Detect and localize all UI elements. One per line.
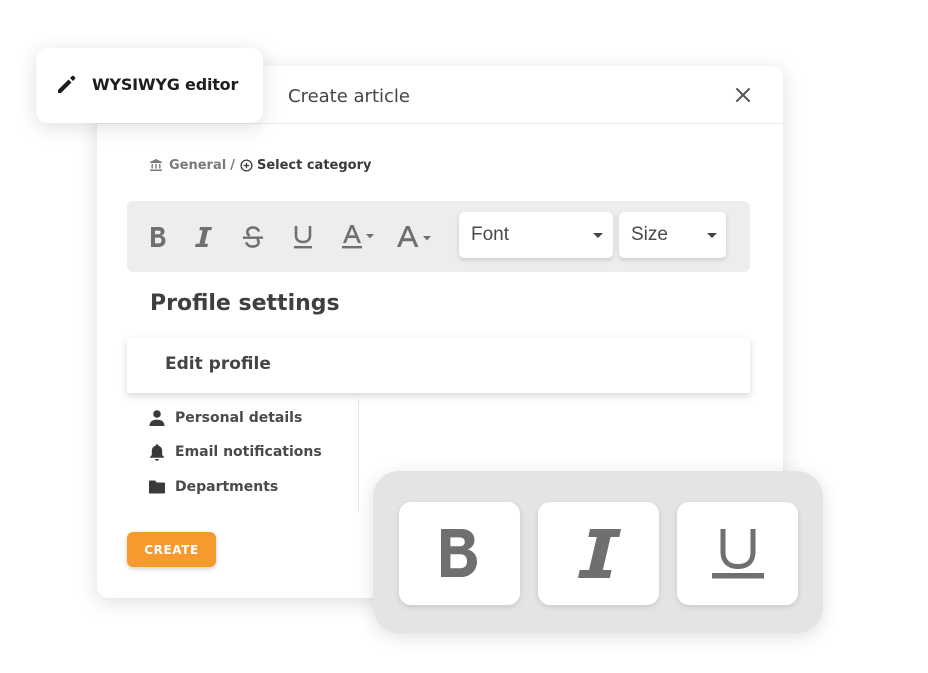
- breadcrumb-general[interactable]: General: [169, 158, 226, 173]
- menu-item-label: Personal details: [175, 410, 303, 426]
- large-bold-button[interactable]: [399, 502, 520, 605]
- person-icon: [149, 410, 165, 426]
- formatting-panel: [373, 471, 823, 633]
- strikethrough-icon: [243, 226, 263, 248]
- menu-item-personal-details[interactable]: Personal details: [148, 408, 302, 428]
- pencil-icon: [58, 75, 76, 93]
- menu-item-email-notifications[interactable]: Email notifications: [148, 442, 322, 462]
- large-italic-button[interactable]: [538, 502, 659, 605]
- dialog-title: Create article: [288, 86, 410, 107]
- italic-icon: [195, 227, 212, 247]
- underline-icon: [711, 528, 764, 578]
- edit-profile-label: Edit profile: [165, 354, 271, 374]
- bold-icon: [440, 528, 477, 577]
- italic-button[interactable]: [191, 223, 215, 251]
- close-button[interactable]: [731, 83, 755, 107]
- editor-toolbar: Font Size: [127, 201, 750, 272]
- underline-icon: [294, 226, 312, 249]
- italic-icon: [577, 528, 621, 578]
- plus-circle-icon: [240, 158, 253, 172]
- font-select[interactable]: Font: [459, 212, 613, 258]
- section-title: Profile settings: [150, 291, 340, 316]
- breadcrumb: General / Select category: [149, 156, 371, 174]
- bank-icon: [150, 159, 162, 171]
- size-select[interactable]: Size: [619, 212, 726, 258]
- chevron-down-icon: [593, 233, 603, 238]
- edit-profile-bar[interactable]: Edit profile: [127, 338, 750, 393]
- font-size-button[interactable]: [395, 223, 435, 251]
- close-icon: [736, 88, 750, 102]
- font-size-icon: [397, 226, 431, 247]
- menu-item-label: Email notifications: [175, 444, 322, 460]
- chevron-down-icon: [707, 233, 717, 238]
- menu-item-departments[interactable]: Departments: [148, 477, 278, 497]
- font-select-value: Font: [471, 224, 510, 245]
- underline-button[interactable]: [290, 223, 316, 251]
- bold-icon: [151, 227, 166, 247]
- menu-divider: [358, 399, 359, 512]
- bell-icon: [150, 444, 164, 461]
- breadcrumb-separator: /: [230, 157, 235, 173]
- font-color-button[interactable]: [340, 223, 378, 251]
- strikethrough-button[interactable]: [239, 223, 267, 251]
- tag-label: WYSIWYG editor: [92, 75, 239, 94]
- large-underline-button[interactable]: [677, 502, 798, 605]
- menu-item-label: Departments: [175, 479, 279, 495]
- wysiwyg-editor-tag: WYSIWYG editor: [36, 48, 263, 123]
- font-color-icon: [342, 225, 374, 249]
- size-select-value: Size: [631, 224, 668, 245]
- create-button[interactable]: CREATE: [127, 532, 216, 567]
- folder-icon: [149, 480, 165, 494]
- bold-button[interactable]: [147, 223, 169, 251]
- select-category-link[interactable]: Select category: [257, 158, 372, 173]
